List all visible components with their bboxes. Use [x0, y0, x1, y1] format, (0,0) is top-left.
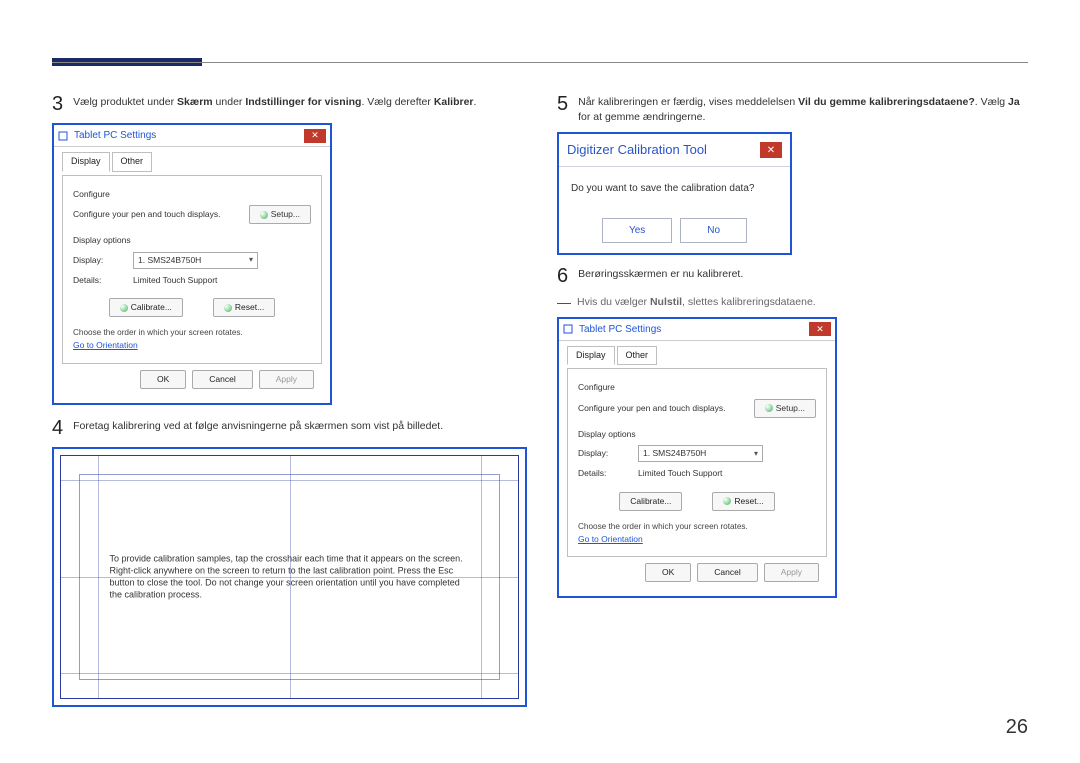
calibrate-button[interactable]: Calibrate...	[619, 492, 682, 511]
step-4-number: 4	[52, 417, 63, 439]
ok-button[interactable]: OK	[645, 563, 691, 582]
step-5-text: Når kalibreringen er færdig, vises medde…	[578, 95, 1028, 124]
calibration-message: To provide calibration samples, tap the …	[110, 552, 470, 601]
display-select[interactable]: 1. SMS24B750H▾	[133, 252, 258, 269]
display-select[interactable]: 1. SMS24B750H▾	[638, 445, 763, 462]
window-title: Tablet PC Settings	[579, 322, 661, 337]
step-4-text: Foretag kalibrering ved at følge anvisni…	[73, 419, 443, 434]
step-6-number: 6	[557, 265, 568, 287]
apply-button[interactable]: Apply	[764, 563, 819, 582]
cancel-button[interactable]: Cancel	[697, 563, 757, 582]
display-options-heading: Display options	[578, 428, 816, 441]
configure-desc: Configure your pen and touch displays.	[73, 208, 249, 221]
details-label: Details:	[73, 274, 133, 287]
ok-button[interactable]: OK	[140, 370, 186, 389]
shield-icon	[224, 304, 232, 312]
window-title: Tablet PC Settings	[74, 128, 156, 143]
cancel-button[interactable]: Cancel	[192, 370, 252, 389]
rotate-hint: Choose the order in which your screen ro…	[73, 327, 311, 339]
step-3-number: 3	[52, 93, 63, 115]
tablet-pc-settings-window-2: Tablet PC Settings ✕ Display Other Confi…	[557, 317, 837, 599]
shield-icon	[120, 304, 128, 312]
details-label: Details:	[578, 467, 638, 480]
reset-button[interactable]: Reset...	[213, 298, 275, 317]
dialog-question: Do you want to save the calibration data…	[571, 181, 778, 196]
configure-heading: Configure	[578, 381, 816, 394]
note-dash-icon: ―	[557, 295, 571, 311]
yes-button[interactable]: Yes	[602, 218, 672, 243]
step-3-text: Vælg produktet under Skærm under Indstil…	[73, 95, 476, 110]
details-value: Limited Touch Support	[133, 274, 217, 287]
note-text: Hvis du vælger Nulstil, slettes kalibrer…	[577, 295, 816, 311]
page-number: 26	[1006, 716, 1028, 739]
header-rule	[52, 62, 1028, 63]
configure-heading: Configure	[73, 188, 311, 201]
calibrate-button[interactable]: Calibrate...	[109, 298, 183, 317]
tablet-icon	[563, 324, 573, 334]
tab-other[interactable]: Other	[112, 152, 153, 172]
configure-desc: Configure your pen and touch displays.	[578, 402, 754, 415]
reset-button[interactable]: Reset...	[712, 492, 774, 511]
chevron-down-icon: ▾	[249, 254, 253, 266]
tablet-pc-settings-window: Tablet PC Settings ✕ Display Other Confi…	[52, 123, 332, 405]
tablet-icon	[58, 131, 68, 141]
orientation-link[interactable]: Go to Orientation	[578, 534, 643, 544]
shield-icon	[723, 497, 731, 505]
orientation-link[interactable]: Go to Orientation	[73, 340, 138, 350]
setup-button[interactable]: Setup...	[754, 399, 816, 418]
display-label: Display:	[73, 254, 133, 267]
shield-icon	[260, 211, 268, 219]
dialog-title: Digitizer Calibration Tool	[567, 140, 707, 160]
digitizer-dialog: Digitizer Calibration Tool ✕ Do you want…	[557, 132, 792, 255]
chevron-down-icon: ▾	[754, 448, 758, 460]
tab-other[interactable]: Other	[617, 346, 658, 366]
calibration-screenshot: To provide calibration samples, tap the …	[52, 447, 527, 707]
display-options-heading: Display options	[73, 234, 311, 247]
step-6-text: Berøringsskærmen er nu kalibreret.	[578, 267, 743, 282]
step-5-number: 5	[557, 93, 568, 115]
close-button[interactable]: ✕	[809, 322, 831, 336]
no-button[interactable]: No	[680, 218, 747, 243]
close-button[interactable]: ✕	[304, 129, 326, 143]
setup-button[interactable]: Setup...	[249, 205, 311, 224]
details-value: Limited Touch Support	[638, 467, 722, 480]
tab-display[interactable]: Display	[62, 152, 110, 172]
display-label: Display:	[578, 447, 638, 460]
shield-icon	[765, 404, 773, 412]
apply-button[interactable]: Apply	[259, 370, 314, 389]
tab-display[interactable]: Display	[567, 346, 615, 366]
rotate-hint: Choose the order in which your screen ro…	[578, 521, 816, 533]
close-button[interactable]: ✕	[760, 142, 782, 158]
